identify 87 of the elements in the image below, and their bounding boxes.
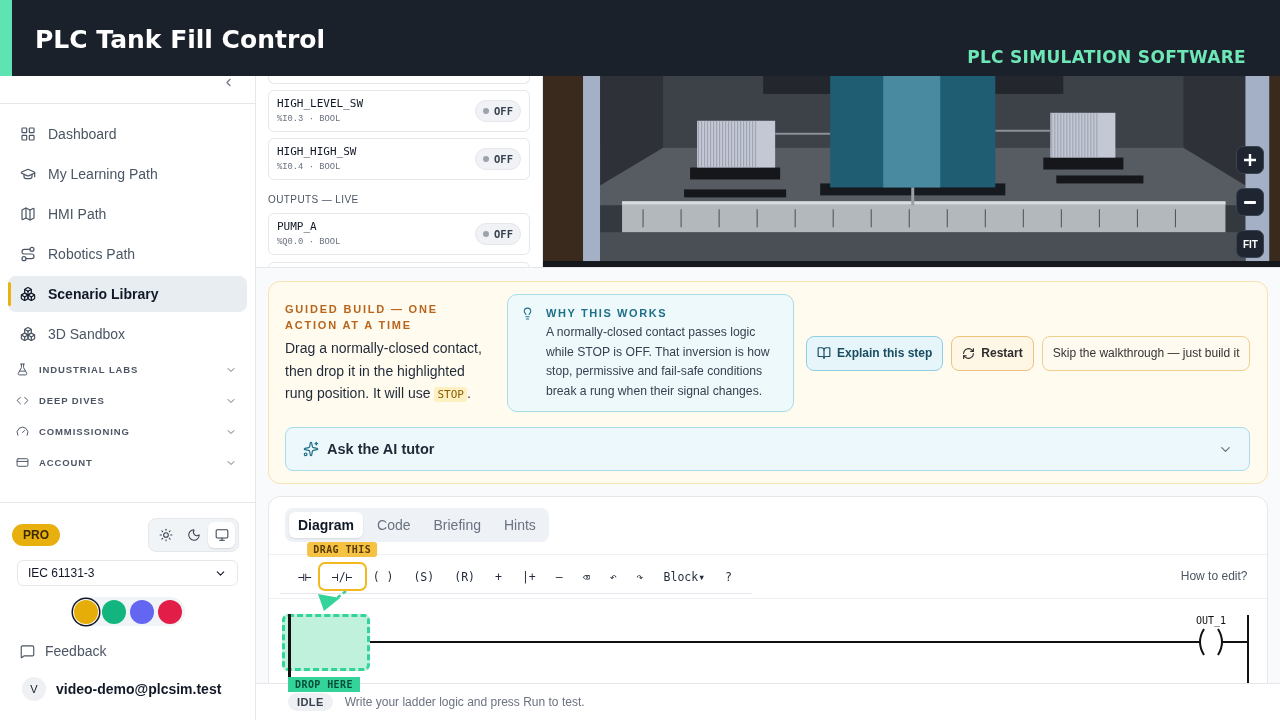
- moon-icon: [186, 528, 201, 542]
- explain-button[interactable]: Explain this step: [806, 335, 944, 371]
- sun-icon: [158, 528, 173, 542]
- plus-icon: [1244, 154, 1257, 166]
- skip-button[interactable]: Skip the walkthrough — just build it: [1041, 335, 1251, 371]
- banner-subtitle: PLC SIMULATION SOFTWARE: [967, 47, 1246, 67]
- tool-button[interactable]: ⊣/⊢: [317, 562, 367, 591]
- arrow-icon: [317, 591, 347, 611]
- sparkle-icon: [303, 441, 319, 457]
- system-theme-button[interactable]: [208, 522, 235, 548]
- feedback-link[interactable]: Feedback: [12, 637, 107, 665]
- why-heading: WHY THIS WORKS: [546, 306, 669, 321]
- flask-icon: [16, 363, 29, 376]
- tool-button[interactable]: +: [485, 562, 512, 591]
- gauge-icon: [16, 425, 29, 438]
- boxes-icon: [20, 326, 36, 342]
- drag-hint-tag: DRAG THIS: [307, 542, 378, 557]
- card-icon: [16, 456, 29, 469]
- tag-name: HIGH_HIGH_SW: [277, 145, 357, 159]
- help-link[interactable]: How to edit?: [1180, 569, 1248, 583]
- banner-title: PLC Tank Fill Control: [35, 25, 325, 55]
- rung-wire: [1226, 641, 1247, 643]
- nav-item[interactable]: HMI Path: [8, 196, 247, 232]
- route-icon: [20, 246, 36, 262]
- map-icon: [20, 206, 36, 222]
- boxes-icon: [20, 286, 36, 302]
- section-header[interactable]: INDUSTRIAL LABS: [8, 354, 247, 385]
- value-pill[interactable]: OFF: [475, 148, 521, 170]
- coil-icon: [1196, 628, 1226, 656]
- tool-button[interactable]: –: [545, 562, 573, 591]
- tool-button[interactable]: ↶: [599, 562, 627, 591]
- color-swatch-icon[interactable]: [73, 599, 98, 624]
- color-swatch-icon[interactable]: [157, 599, 182, 624]
- lightbulb-icon: [521, 307, 534, 320]
- user-avatar: V: [22, 677, 46, 701]
- tool-button[interactable]: ⌫: [572, 562, 600, 591]
- why-text: A normally-closed contact passes logic while STOP is OFF. That inversion is how stop, permissive and fail-safe conditions break a rung when their signal changes.: [546, 324, 771, 400]
- refresh-icon: [962, 346, 976, 360]
- tag-name: HIGH_LEVEL_SW: [277, 97, 364, 111]
- value-pill[interactable]: OFF: [475, 223, 521, 245]
- graduation-cap-icon: [20, 166, 36, 182]
- nav-item[interactable]: Scenario Library: [8, 276, 247, 312]
- tab[interactable]: Briefing: [424, 512, 490, 538]
- tab[interactable]: Code: [368, 512, 420, 538]
- tool-button[interactable]: (S): [403, 562, 445, 591]
- tab[interactable]: Diagram: [289, 512, 364, 538]
- nav-item[interactable]: Robotics Path: [8, 236, 247, 272]
- coil-label: OUT_1: [1195, 614, 1227, 628]
- fit-button[interactable]: FIT: [1236, 230, 1265, 258]
- restart-button[interactable]: Restart: [951, 335, 1034, 371]
- tag-address: %Q0.0 · BOOL: [277, 236, 341, 248]
- book-icon: [817, 346, 831, 360]
- tag-name: PUMP_A: [277, 220, 318, 234]
- section-header[interactable]: COMMISSIONING: [8, 416, 247, 447]
- nav-item[interactable]: Dashboard: [8, 116, 247, 152]
- tool-button[interactable]: |+: [511, 562, 546, 591]
- minus-icon: [1244, 200, 1257, 204]
- run-state-badge: IDLE: [288, 693, 333, 711]
- tool-button[interactable]: ?: [715, 562, 742, 591]
- code-icon: [16, 394, 29, 407]
- status-message: Write your ladder logic and press Run to test.: [344, 695, 585, 709]
- nav-item[interactable]: 3D Sandbox: [8, 316, 247, 352]
- monitor-icon: [214, 528, 229, 542]
- section-header[interactable]: DEEP DIVES: [8, 385, 247, 416]
- tag-address: %I0.3 · BOOL: [277, 113, 342, 125]
- message-icon: [20, 643, 35, 659]
- zoom-out-button[interactable]: [1236, 188, 1265, 216]
- ai-tutor-toggle[interactable]: Ask the AI tutor: [285, 427, 1251, 471]
- plan-badge: PRO: [12, 524, 60, 546]
- tool-button[interactable]: (R): [444, 562, 485, 591]
- drop-hint-tag: DROP HERE: [288, 677, 360, 692]
- color-swatch-icon[interactable]: [129, 599, 154, 624]
- outputs-heading: OUTPUTS — LIVE: [268, 194, 360, 206]
- tag-address: %I0.4 · BOOL: [277, 161, 342, 173]
- standard-select[interactable]: IEC 61131-3: [17, 560, 238, 586]
- section-header[interactable]: ACCOUNT: [8, 447, 247, 478]
- grid-icon: [20, 126, 36, 142]
- tool-button[interactable]: Block▾: [653, 562, 716, 591]
- zoom-in-button[interactable]: [1236, 146, 1265, 174]
- instruction-text: Drag a normally-closed contact, then drop it in the highlighted rung position. It will use STOP .: [285, 339, 483, 405]
- guided-heading: GUIDED BUILD — ONE ACTION AT A TIME: [285, 302, 439, 334]
- tool-button[interactable]: ↷: [626, 562, 654, 591]
- tab[interactable]: Hints: [494, 512, 545, 538]
- color-swatch-icon[interactable]: [101, 599, 126, 624]
- nav-item[interactable]: My Learning Path: [8, 156, 247, 192]
- value-pill[interactable]: OFF: [475, 100, 521, 122]
- user-email: video-demo@plcsim.test: [56, 681, 222, 697]
